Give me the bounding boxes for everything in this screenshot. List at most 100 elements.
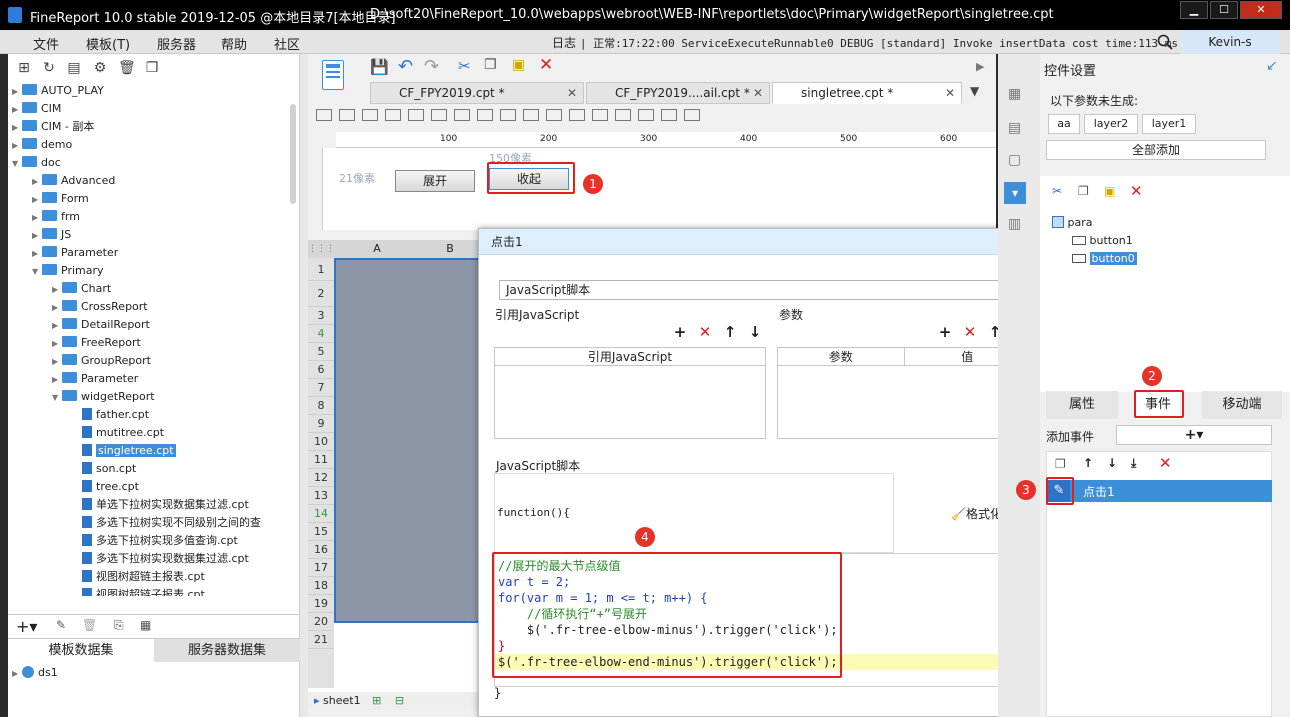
event-item[interactable] [1048, 480, 1272, 502]
panel-splitter[interactable] [300, 54, 308, 717]
collapsed-arrow-icon[interactable]: ▶ [32, 173, 42, 191]
row-header[interactable]: 19 [308, 595, 334, 613]
user-name[interactable]: Kevin-s [1180, 30, 1280, 54]
copy-icon[interactable]: ❐ [144, 60, 160, 76]
paste-icon[interactable]: ▣ [1104, 184, 1115, 198]
button-widget-icon[interactable] [362, 109, 378, 121]
row-header[interactable]: 2 [308, 281, 334, 307]
arrow-up-icon[interactable]: ↑ [1083, 456, 1093, 470]
delete-dataset-icon[interactable]: 🗑 [82, 618, 97, 632]
collapsed-arrow-icon[interactable]: ▶ [52, 353, 62, 371]
image-widget-icon[interactable] [661, 109, 677, 121]
number-widget-icon[interactable] [431, 109, 447, 121]
move-bottom-icon[interactable]: ⤓ [1131, 456, 1136, 471]
copy-icon[interactable]: ❐ [1055, 457, 1066, 471]
row-header[interactable]: 7 [308, 379, 334, 397]
tree-file[interactable]: 视图树超链主报表.cpt [8, 568, 288, 586]
row-header[interactable]: 6 [308, 361, 334, 379]
tree-folder[interactable]: ▶ demo [8, 136, 288, 154]
edit-dataset-icon[interactable]: ✎ [56, 618, 66, 632]
row-header[interactable]: 20 [308, 613, 334, 631]
tree-root-para[interactable]: para [1052, 216, 1093, 229]
layout-icon[interactable]: ▦ [1008, 86, 1021, 102]
collapsed-arrow-icon[interactable]: ▶ [32, 209, 42, 227]
add-event-button[interactable]: +▾ [1116, 425, 1272, 445]
tab-properties[interactable]: 属性 [1046, 391, 1118, 419]
collapsed-arrow-icon[interactable]: ▶ [32, 191, 42, 209]
tree-folder[interactable]: ▶ frm [8, 208, 288, 226]
row-header[interactable]: 5 [308, 343, 334, 361]
collapsed-arrow-icon[interactable]: ▶ [32, 245, 42, 263]
maximize-button[interactable]: ☐ [1210, 1, 1238, 19]
pin-icon[interactable]: ↙ [1266, 58, 1278, 74]
menu-template[interactable]: 模板(T) [86, 34, 130, 53]
expanded-arrow-icon[interactable]: ▼ [52, 389, 62, 407]
arrow-down-icon[interactable]: ↓ [1107, 456, 1117, 470]
tree-folder[interactable]: ▶ CIM - 副本 [8, 118, 288, 136]
tree-folder[interactable]: ▶ FreeReport [8, 334, 288, 352]
close-window-button[interactable]: ✕ [1240, 1, 1282, 19]
date-widget-icon[interactable] [408, 109, 424, 121]
checkbox-widget-icon[interactable] [523, 109, 539, 121]
expanded-arrow-icon[interactable]: ▼ [12, 155, 22, 173]
tree-folder[interactable]: ▶ AUTO_PLAY [8, 82, 288, 100]
add-sheet-icon[interactable]: ⊞ [372, 694, 381, 707]
dataset-item[interactable]: ▶ ds1 [12, 666, 58, 679]
collapsed-arrow-icon[interactable]: ▶ [52, 281, 62, 299]
add-report-icon[interactable]: ⊟ [395, 694, 404, 707]
open-icon[interactable]: ▤ [66, 60, 82, 76]
row-header[interactable]: 3 [308, 307, 334, 325]
delete-icon[interactable]: 🗑 [118, 60, 136, 76]
tab-template-dataset[interactable]: 模板数据集 [8, 638, 154, 662]
tree-file[interactable]: 单选下拉树实现数据集过滤.cpt [8, 496, 288, 514]
collapsed-arrow-icon[interactable]: ▶ [12, 137, 22, 155]
tree-folder[interactable]: ▼ Primary [8, 262, 288, 280]
row-header[interactable]: 13 [308, 487, 334, 505]
add-dataset-icon[interactable]: +▾ [16, 617, 37, 636]
settings-icon[interactable]: ⚙ [92, 60, 108, 76]
row-header[interactable]: 15 [308, 523, 334, 541]
delete-icon[interactable]: ✕ [1159, 454, 1172, 472]
tab-mobile[interactable]: 移动端 [1202, 391, 1282, 419]
tree-file[interactable]: 多选下拉树实现多值查询.cpt [8, 532, 288, 550]
menu-help[interactable]: 帮助 [221, 34, 247, 53]
ref-js-table[interactable]: 引用JavaScript [494, 347, 766, 439]
textarea-widget-icon[interactable] [477, 109, 493, 121]
selected-range[interactable] [334, 258, 480, 623]
row-header[interactable]: 14 [308, 505, 334, 523]
tree-file[interactable]: 多选下拉树实现不同级别之间的查 [8, 514, 288, 532]
collapsed-arrow-icon[interactable]: ▶ [52, 299, 62, 317]
tree-folder[interactable]: ▶ Advanced [8, 172, 288, 190]
param-table[interactable]: 参数 值 [777, 347, 1031, 439]
collapsed-arrow-icon[interactable]: ▶ [52, 335, 62, 353]
delete-icon[interactable]: ✕ [963, 325, 977, 340]
tree-folder[interactable]: ▶ JS [8, 226, 288, 244]
tree-folder[interactable]: ▶ CIM [8, 100, 288, 118]
param-chip[interactable]: layer2 [1084, 114, 1138, 134]
text-label-widget-icon[interactable] [546, 109, 562, 121]
arrow-up-icon[interactable]: ↑ [723, 325, 737, 340]
tree-file[interactable]: 多选下拉树实现数据集过滤.cpt [8, 550, 288, 568]
collapsed-arrow-icon[interactable]: ▶ [12, 119, 22, 137]
tree-item-button1[interactable]: button1 [1072, 234, 1133, 247]
add-all-button[interactable]: 全部添加 [1046, 140, 1266, 160]
event-type-select[interactable]: JavaScript脚本 ⌵ [499, 280, 1027, 300]
row-header[interactable]: 11 [308, 451, 334, 469]
tree-folder[interactable]: ▶ Parameter [8, 244, 288, 262]
tree-scrollbar[interactable] [290, 104, 296, 204]
delete-icon[interactable]: ✕ [1130, 182, 1143, 200]
expanded-arrow-icon[interactable]: ▼ [32, 263, 42, 281]
copy-icon[interactable]: ❐ [1078, 184, 1089, 198]
row-header[interactable]: 9 [308, 415, 334, 433]
log-label[interactable]: 日志 [552, 36, 576, 50]
collapsed-arrow-icon[interactable]: ▶ [32, 227, 42, 245]
param-chip[interactable]: aa [1048, 114, 1080, 134]
widget-active-icon[interactable]: ▾ [1004, 182, 1026, 204]
row-header[interactable]: 17 [308, 559, 334, 577]
combobox-widget-icon[interactable] [385, 109, 401, 121]
minimize-button[interactable]: ▁ [1180, 1, 1208, 19]
cell-icon[interactable]: ▢ [1008, 152, 1021, 168]
tab-server-dataset[interactable]: 服务器数据集 [154, 638, 300, 662]
tree-file[interactable]: singletree.cpt [8, 442, 288, 460]
search-icon[interactable] [1157, 34, 1173, 50]
